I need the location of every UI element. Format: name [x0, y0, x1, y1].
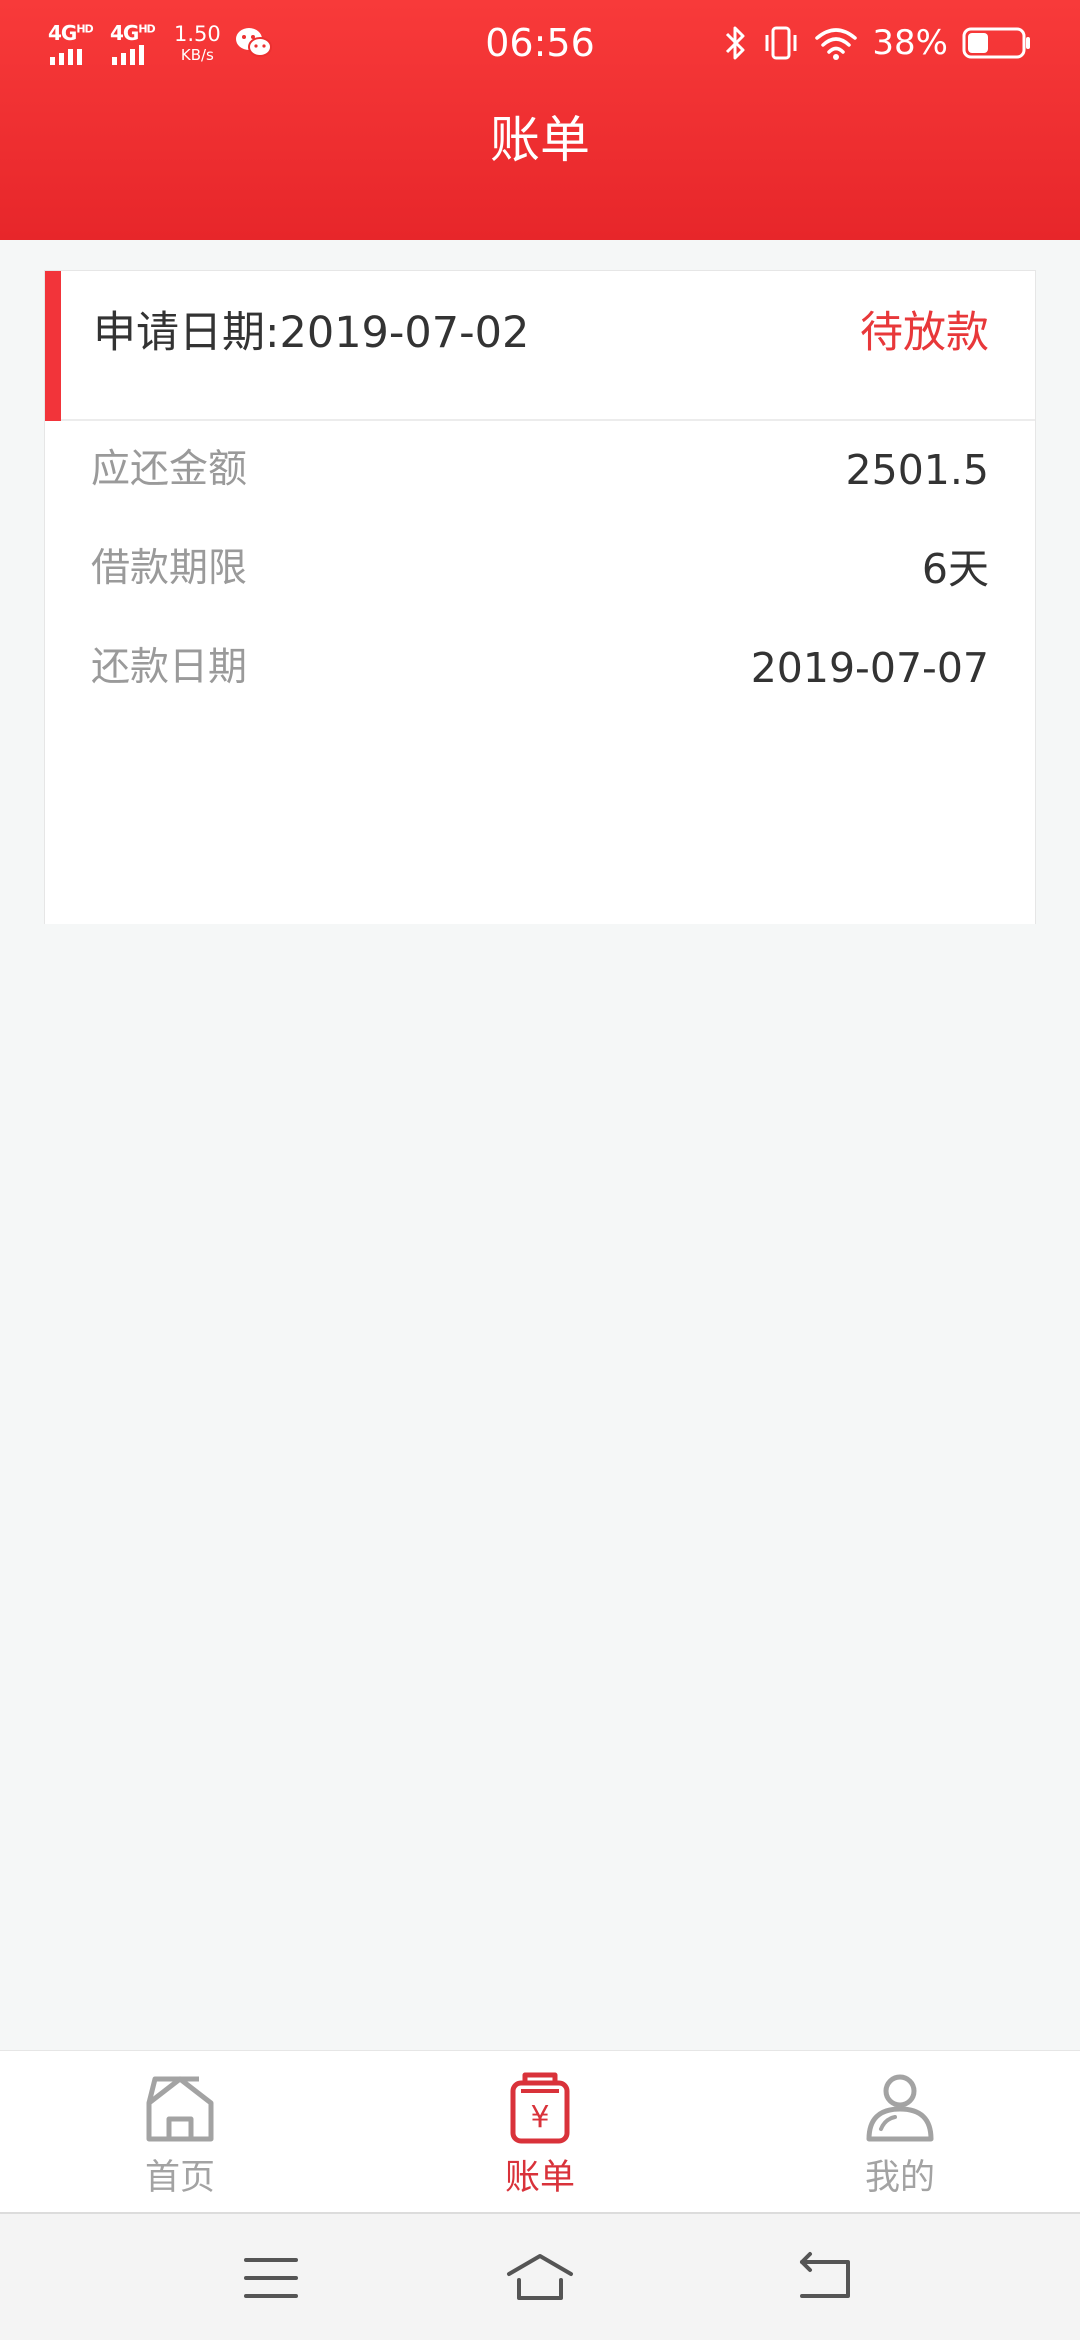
bill-card[interactable]: 申请日期:2019-07-02 待放款 应还金额 2501.5 借款期限 6天 …	[44, 270, 1036, 924]
nav-item-home[interactable]: 首页	[0, 2051, 360, 2213]
vibrate-icon	[765, 26, 797, 60]
term-label: 借款期限	[91, 546, 248, 591]
due-date-value: 2019-07-07	[750, 644, 989, 692]
nav-item-mine[interactable]: 我的	[720, 2051, 1080, 2213]
system-menu-button[interactable]	[236, 2246, 306, 2310]
user-icon	[866, 2074, 934, 2142]
apply-date: 申请日期:2019-07-02	[93, 308, 530, 358]
status-right: 38%	[724, 18, 1032, 68]
system-nav-bar	[0, 2212, 1080, 2340]
nav-label-mine: 我的	[864, 2158, 935, 2198]
home-icon	[146, 2076, 214, 2142]
app-header: 4GHD 4GHD 1.50 KB/s 06:56 38% 账单	[0, 0, 1080, 240]
term-value: 6天	[921, 545, 989, 593]
amount-value: 2501.5	[845, 446, 989, 494]
bill-details: 应还金额 2501.5 借款期限 6天 还款日期 2019-07-07	[45, 421, 1035, 734]
nav-label-bill: 账单	[504, 2158, 575, 2198]
home-nav-icon	[507, 2254, 573, 2300]
bill-icon: ¥	[510, 2072, 570, 2144]
bluetooth-icon	[726, 26, 745, 60]
battery-icon	[962, 27, 1030, 59]
status-badge: 待放款	[860, 308, 989, 358]
battery-percent: 38%	[872, 23, 948, 63]
due-date-label: 还款日期	[91, 645, 248, 690]
detail-row-term: 借款期限 6天	[45, 536, 1035, 635]
back-icon	[800, 2252, 850, 2298]
amount-label: 应还金额	[91, 447, 248, 492]
detail-row-amount: 应还金额 2501.5	[45, 437, 1035, 536]
system-home-button[interactable]	[505, 2246, 575, 2310]
menu-icon	[244, 2258, 298, 2298]
bill-card-header: 申请日期:2019-07-02 待放款	[45, 271, 1035, 421]
card-accent-bar	[45, 271, 61, 421]
page-title: 账单	[490, 111, 590, 169]
bottom-nav: 首页 ¥ 账单 我的	[0, 2050, 1080, 2213]
svg-text:¥: ¥	[530, 2100, 549, 2135]
system-back-button[interactable]	[790, 2246, 860, 2310]
detail-row-due-date: 还款日期 2019-07-07	[45, 635, 1035, 734]
status-bar: 4GHD 4GHD 1.50 KB/s 06:56 38%	[0, 0, 1080, 88]
wifi-icon	[815, 28, 858, 60]
nav-item-bill[interactable]: ¥ 账单	[360, 2051, 720, 2213]
nav-label-home: 首页	[144, 2158, 215, 2198]
